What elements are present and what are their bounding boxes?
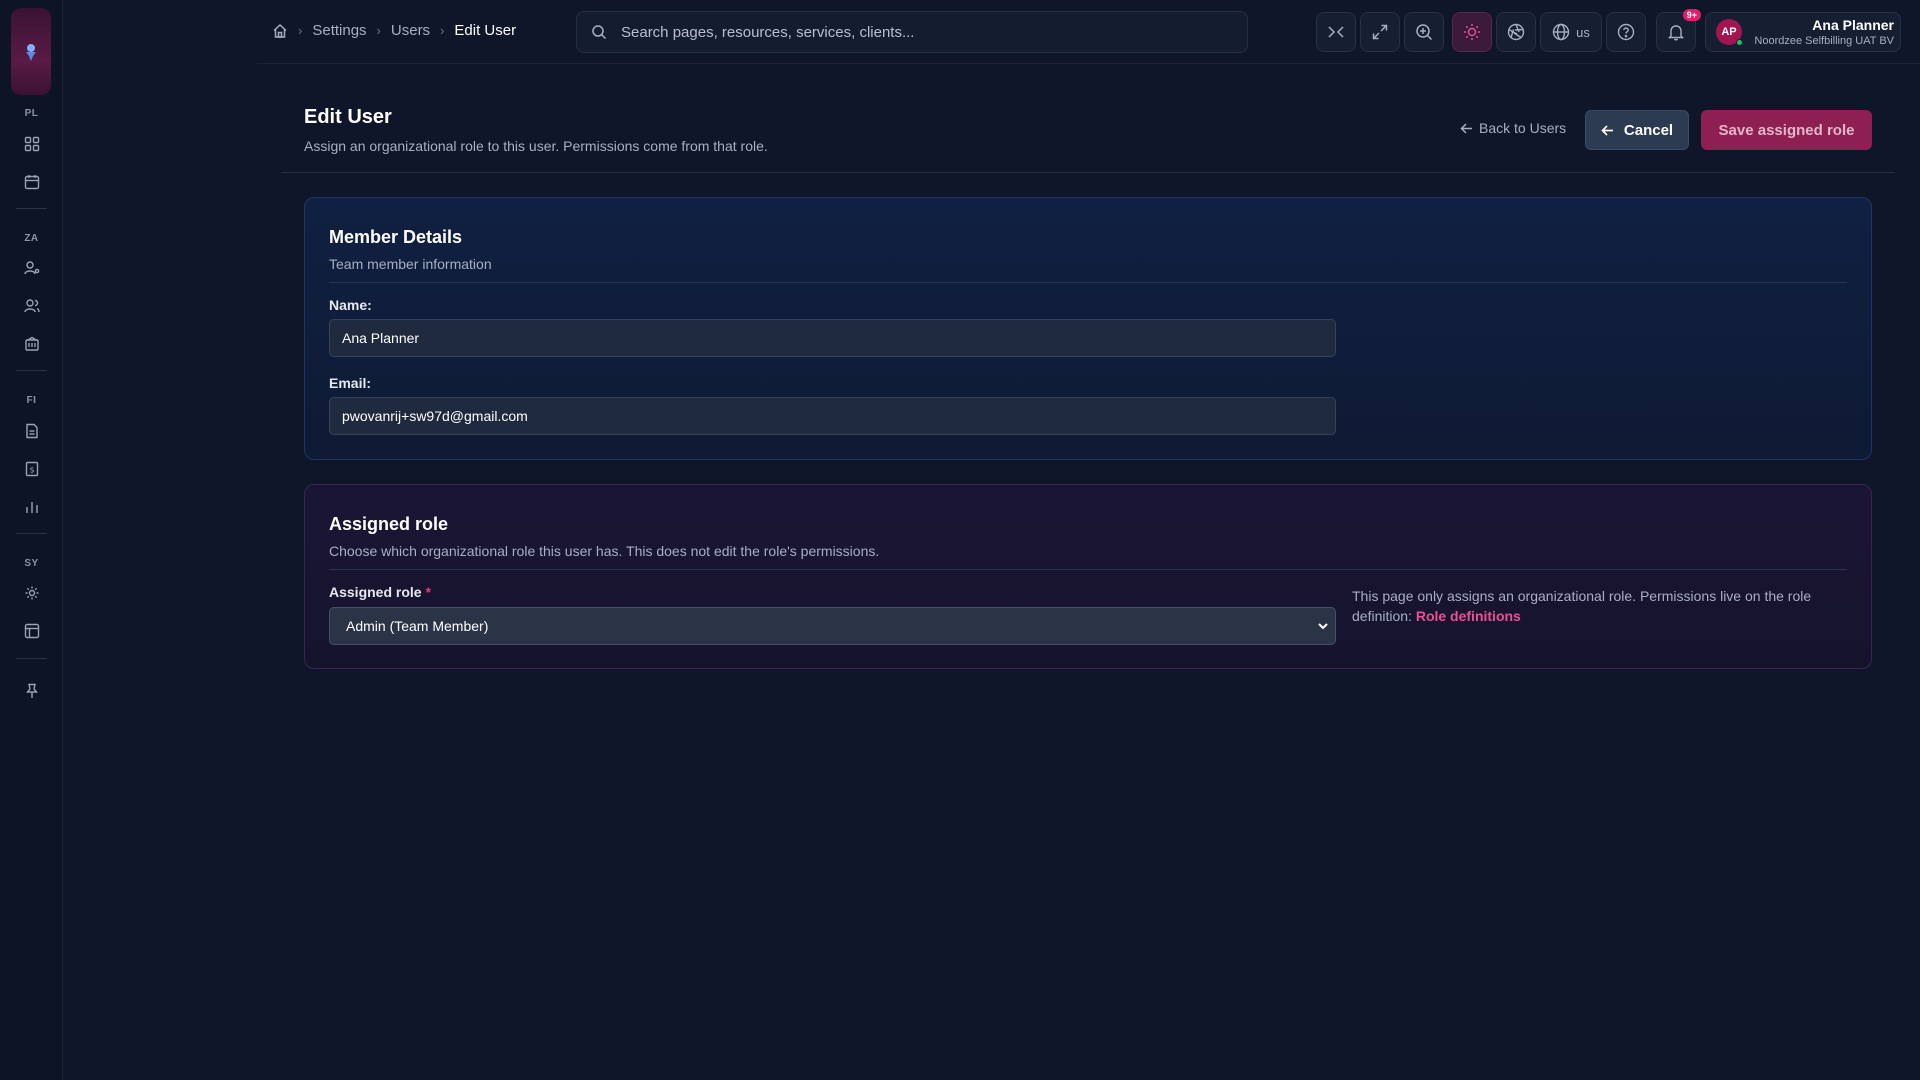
sidebar: PL ZA FI $ SY [0, 0, 63, 1080]
user-name: Ana Planner [1812, 17, 1894, 33]
assigned-role-label: Assigned role * [329, 584, 432, 600]
users-icon[interactable] [22, 296, 42, 316]
user-org: Noordzee Selfbilling UAT BV [1754, 35, 1894, 47]
member-details-card: Member Details Team member information N… [304, 197, 1872, 460]
template-icon[interactable] [22, 621, 42, 641]
grid-icon[interactable] [22, 134, 42, 154]
collapse-icon [1328, 26, 1344, 38]
required-marker: * [425, 584, 432, 600]
home-icon[interactable] [272, 23, 288, 39]
sidebar-divider [16, 208, 47, 209]
sidebar-divider [16, 533, 47, 534]
breadcrumb-settings[interactable]: Settings [312, 22, 366, 39]
collapse-sidebar-button[interactable] [1316, 12, 1356, 52]
page-title: Edit User [304, 106, 392, 128]
breadcrumb-users[interactable]: Users [391, 22, 430, 39]
breadcrumb: › Settings › Users › Edit User [272, 22, 516, 39]
app-logo[interactable] [11, 8, 51, 95]
card-divider [329, 282, 1847, 283]
email-field[interactable] [329, 397, 1336, 435]
name-field[interactable] [329, 319, 1336, 357]
name-label: Name: [329, 297, 372, 313]
role-definitions-link[interactable]: Role definitions [1416, 608, 1521, 624]
header-divider [281, 172, 1895, 173]
chevron-down-icon [1318, 623, 1328, 630]
email-label: Email: [329, 375, 372, 391]
language-code: us [1576, 24, 1590, 40]
save-assigned-role-button[interactable]: Save assigned role [1701, 110, 1872, 150]
back-link-label: Back to Users [1479, 120, 1567, 136]
search-input[interactable] [621, 23, 1221, 41]
sidebar-section-label: FI [26, 395, 37, 406]
chevron-right-icon: › [376, 23, 381, 38]
cancel-label: Cancel [1623, 121, 1674, 139]
building-icon[interactable] [22, 334, 42, 354]
notification-badge: 9+ [1682, 9, 1701, 21]
assigned-role-subtitle: Choose which organizational role this us… [329, 543, 880, 559]
zoom-button[interactable] [1404, 12, 1444, 52]
cancel-button[interactable]: Cancel [1585, 110, 1689, 150]
help-icon [1617, 23, 1635, 41]
logo-icon [26, 43, 36, 61]
globe-icon [1552, 23, 1570, 41]
search-icon [591, 24, 607, 40]
bar-chart-icon[interactable] [22, 497, 42, 517]
sidebar-divider [16, 658, 47, 659]
gear-icon[interactable] [22, 583, 42, 603]
fullscreen-button[interactable] [1360, 12, 1400, 52]
zoom-in-icon [1416, 24, 1433, 41]
page-subtitle: Assign an organizational role to this us… [304, 138, 768, 154]
arrow-left-icon [1460, 122, 1472, 134]
arrow-left-icon [1601, 124, 1613, 136]
avatar: AP [1716, 19, 1743, 46]
sidebar-section-label: PL [24, 108, 39, 119]
language-button[interactable]: us [1540, 12, 1602, 52]
user-key-icon[interactable] [22, 258, 42, 278]
back-to-users-link[interactable]: Back to Users [1460, 120, 1566, 136]
search-bar[interactable] [576, 11, 1248, 53]
expand-icon [1372, 24, 1388, 40]
notifications-button[interactable]: 9+ [1656, 9, 1701, 52]
document-icon[interactable] [22, 421, 42, 441]
theme-toggle-button[interactable] [1452, 12, 1492, 52]
member-details-subtitle: Team member information [329, 256, 492, 272]
pin-icon[interactable] [22, 681, 42, 701]
sidebar-section-label: SY [24, 558, 39, 569]
card-divider [329, 569, 1847, 570]
topbar-divider [257, 63, 1920, 64]
bell-icon [1667, 25, 1685, 41]
aperture-icon [1507, 23, 1525, 41]
assigned-role-value: Admin (Team Member) [346, 618, 489, 634]
help-button[interactable] [1606, 12, 1646, 52]
assigned-role-select[interactable]: Admin (Team Member) [329, 607, 1336, 645]
breadcrumb-current: Edit User [454, 22, 517, 39]
sidebar-divider [16, 370, 47, 371]
chevron-right-icon: › [440, 23, 445, 38]
appearance-button[interactable] [1496, 12, 1536, 52]
member-details-title: Member Details [329, 227, 463, 247]
svg-text:$: $ [29, 466, 34, 475]
sidebar-section-label: ZA [24, 233, 39, 244]
chevron-right-icon: › [298, 23, 303, 38]
calendar-icon[interactable] [22, 172, 42, 192]
assigned-role-card: Assigned role Choose which organizationa… [304, 484, 1872, 669]
sun-icon [1464, 24, 1480, 40]
assigned-role-title: Assigned role [329, 514, 449, 534]
role-note: This page only assigns an organizational… [1352, 586, 1852, 626]
receipt-icon[interactable]: $ [22, 459, 42, 479]
online-status-dot [1736, 39, 1743, 46]
user-menu[interactable]: AP Ana Planner Noordzee Selfbilling UAT … [1705, 12, 1901, 52]
